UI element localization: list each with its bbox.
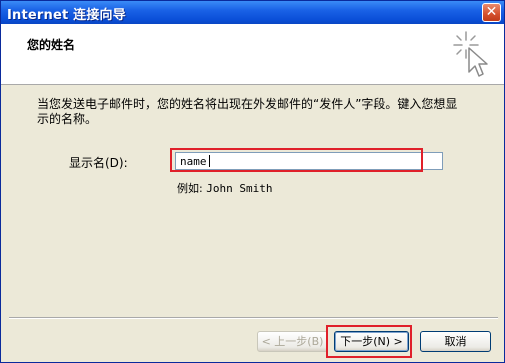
footer-separator <box>9 317 498 319</box>
example-value: John Smith <box>206 182 273 195</box>
title-bar[interactable]: Internet 连接向导 ✕ <box>1 1 504 24</box>
close-button[interactable]: ✕ <box>482 3 501 22</box>
example-prefix: 例如: <box>177 182 203 195</box>
wizard-sparkle-cursor-icon <box>453 31 488 77</box>
description-text: 当您发送电子邮件时，您的姓名将出现在外发邮件的“发件人”字段。键入您想显示的名称… <box>37 97 458 126</box>
wizard-window: Internet 连接向导 ✕ 您的姓名 当您发送电子邮件时，您的姓名将出现在外… <box>0 0 505 363</box>
page-title: 您的姓名 <box>27 38 76 52</box>
cancel-button[interactable]: 取消 <box>420 331 491 352</box>
close-icon: ✕ <box>485 4 498 20</box>
back-button[interactable]: < 上一步(B) <box>257 331 328 352</box>
wizard-header: 您的姓名 <box>1 24 504 85</box>
input-highlight-box <box>170 148 423 172</box>
window-title: Internet 连接向导 <box>7 8 126 23</box>
example-text: 例如: John Smith <box>177 180 272 196</box>
next-highlight-box <box>326 325 412 358</box>
display-name-label: 显示名(D): <box>69 156 128 170</box>
wizard-body: 当您发送电子邮件时，您的姓名将出现在外发邮件的“发件人”字段。键入您想显示的名称… <box>1 85 504 315</box>
